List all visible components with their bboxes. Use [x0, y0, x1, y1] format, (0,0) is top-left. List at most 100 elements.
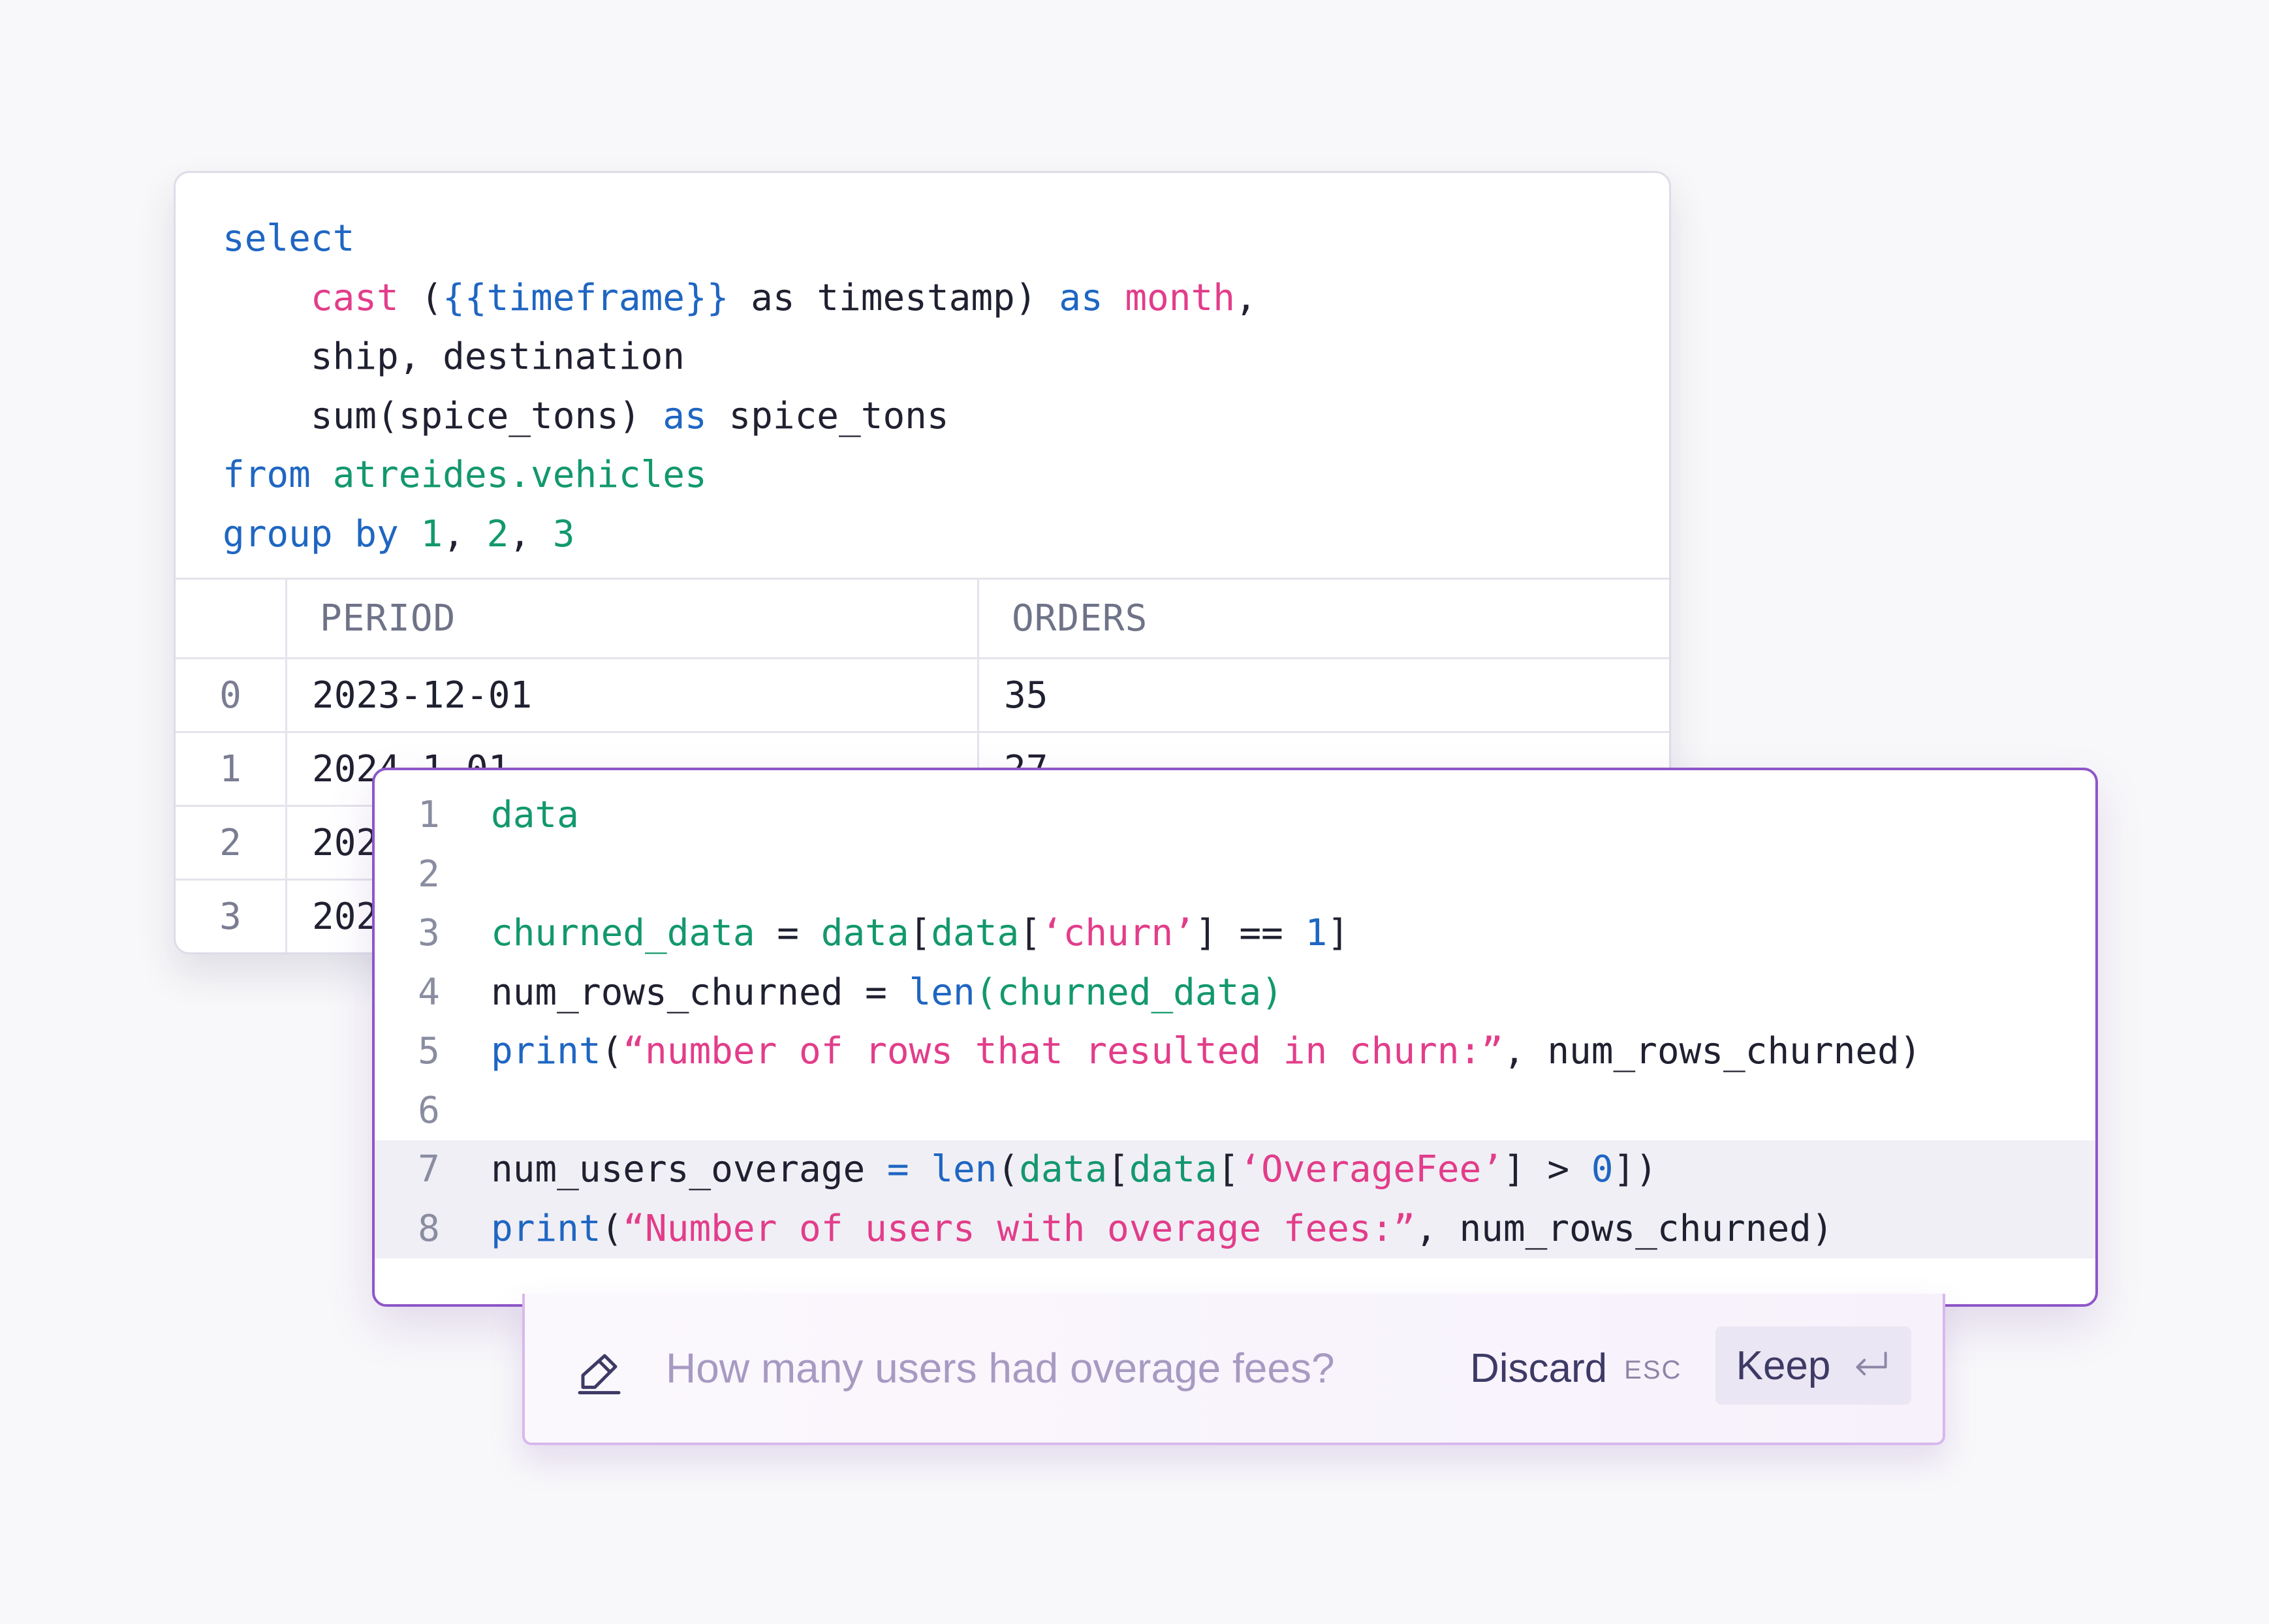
- code-token: print: [491, 1030, 601, 1072]
- orders-cell: 35: [977, 659, 1669, 731]
- line-code: churned_data = data[data[‘churn’] == 1]: [491, 904, 1349, 963]
- row-index: 3: [219, 895, 242, 938]
- code-token: as: [1059, 276, 1103, 319]
- line-number: 2: [418, 852, 440, 896]
- sql-code-line[interactable]: from atreides.vehicles: [223, 446, 1257, 505]
- code-token: churned_data: [491, 912, 755, 954]
- code-token: as: [663, 394, 707, 437]
- table-header-row: PERIOD ORDERS: [176, 578, 1669, 657]
- line-number: 3: [418, 912, 440, 954]
- code-token: [: [1217, 1148, 1240, 1191]
- row-index: 2: [219, 821, 242, 864]
- code-token: ] ==: [1195, 912, 1306, 954]
- python-code-line[interactable]: 1 data: [375, 786, 2095, 845]
- code-token: (churned_data): [975, 971, 1283, 1014]
- keep-button[interactable]: Keep: [1715, 1326, 1911, 1405]
- prompt-text[interactable]: How many users had overage fees?: [666, 1294, 1335, 1443]
- code-token: as timestamp): [728, 276, 1059, 319]
- code-token: data: [931, 912, 1020, 954]
- sql-code-line[interactable]: sum(spice_tons) as spice_tons: [223, 387, 1257, 446]
- code-token: [: [1107, 1148, 1129, 1191]
- code-token: 3: [552, 512, 575, 555]
- code-token: data: [821, 912, 909, 954]
- code-token: {{timeframe}}: [443, 276, 729, 319]
- row-index: 1: [219, 747, 242, 790]
- sql-code-line[interactable]: group by 1, 2, 3: [223, 505, 1257, 565]
- code-token: ] >: [1503, 1148, 1591, 1191]
- code-token: sum(spice_tons): [223, 394, 663, 437]
- line-number: 5: [418, 1030, 440, 1072]
- code-token: “Number of users with overage fees:”: [623, 1207, 1416, 1250]
- code-token: 1: [1305, 912, 1328, 954]
- code-token: month: [1125, 276, 1235, 319]
- code-token: cast: [310, 276, 399, 319]
- python-code-line[interactable]: 2: [375, 845, 2095, 905]
- code-token: print: [491, 1207, 601, 1250]
- code-token: 1: [420, 512, 443, 555]
- sql-code-line[interactable]: cast ({{timeframe}} as timestamp) as mon…: [223, 269, 1257, 328]
- code-token: , num_rows_churned): [1415, 1207, 1834, 1250]
- python-code-line[interactable]: 6: [375, 1082, 2095, 1141]
- column-header-orders[interactable]: ORDERS: [977, 580, 1669, 657]
- python-code-line[interactable]: 7 num_users_overage = len(data[data[‘Over…: [375, 1140, 2095, 1200]
- column-header-period[interactable]: PERIOD: [285, 580, 977, 657]
- period-cell: 2023-12-01: [285, 659, 977, 731]
- code-token: len: [931, 1148, 997, 1191]
- code-token: (: [997, 1148, 1020, 1191]
- line-code: print(“number of rows that resulted in c…: [491, 1022, 1921, 1082]
- line-code: print(“Number of users with overage fees…: [491, 1200, 1834, 1259]
- code-token: from: [223, 454, 311, 496]
- line-number: 4: [418, 971, 440, 1014]
- sql-code-line[interactable]: ship, destination: [223, 328, 1257, 387]
- code-token: ‘OverageFee’: [1239, 1148, 1503, 1191]
- code-token: num_rows_churned =: [491, 971, 909, 1014]
- code-token: “number of rows that resulted in churn:”: [623, 1030, 1503, 1072]
- sql-code-editor[interactable]: select cast ({{timeframe}} as timestamp)…: [223, 210, 1257, 564]
- python-code-line[interactable]: 4 num_rows_churned = len(churned_data): [375, 963, 2095, 1023]
- ai-prompt-bar: How many users had overage fees? Discard…: [522, 1294, 1945, 1445]
- code-token: data: [491, 794, 579, 836]
- code-token: 2: [486, 512, 509, 555]
- code-token: ]): [1613, 1148, 1657, 1191]
- index-header: [176, 580, 285, 657]
- python-code-editor[interactable]: 1 data 2 3 churned_data = data[data[‘churn’]…: [375, 786, 2095, 1258]
- python-code-line[interactable]: 3 churned_data = data[data[‘churn’] == 1]: [375, 904, 2095, 963]
- code-token: group by: [223, 512, 399, 555]
- code-token: data: [1019, 1148, 1108, 1191]
- code-token: len: [909, 971, 975, 1014]
- line-code: data: [491, 786, 579, 845]
- discard-label: Discard: [1470, 1345, 1608, 1391]
- code-token: =: [886, 1148, 909, 1191]
- code-token: (: [601, 1030, 623, 1072]
- code-token: spice_tons: [706, 394, 949, 437]
- code-token: [: [909, 912, 931, 954]
- python-code-line[interactable]: 5 print(“number of rows that resulted in …: [375, 1022, 2095, 1082]
- code-token: atreides.vehicles: [332, 454, 707, 496]
- keep-label: Keep: [1736, 1343, 1831, 1388]
- line-number: 7: [418, 1148, 440, 1191]
- code-token: [: [1019, 912, 1041, 954]
- line-number: 8: [418, 1207, 440, 1250]
- code-token: ,: [509, 512, 553, 555]
- code-token: =: [755, 912, 821, 954]
- table-row[interactable]: 0 2023-12-01 35: [176, 657, 1669, 731]
- line-code: num_users_overage = len(data[data[‘Overa…: [491, 1140, 1657, 1200]
- code-token: (: [601, 1207, 623, 1250]
- python-cell[interactable]: 1 data 2 3 churned_data = data[data[‘churn’]…: [372, 768, 2098, 1307]
- code-token: ,: [1234, 276, 1257, 319]
- code-token: ]: [1327, 912, 1349, 954]
- esc-shortcut-hint: ESC: [1624, 1355, 1682, 1384]
- pencil-icon: [578, 1354, 621, 1395]
- code-token: , num_rows_churned): [1503, 1030, 1922, 1072]
- python-code-line[interactable]: 8 print(“Number of users with overage fee…: [375, 1199, 2095, 1259]
- discard-button[interactable]: Discard ESC: [1470, 1294, 1682, 1443]
- code-token: ship, destination: [223, 336, 685, 378]
- sql-code-line[interactable]: select: [223, 210, 1257, 269]
- line-number: 6: [418, 1089, 440, 1132]
- code-token: num_users_overage: [491, 1148, 887, 1191]
- row-index: 0: [219, 674, 242, 717]
